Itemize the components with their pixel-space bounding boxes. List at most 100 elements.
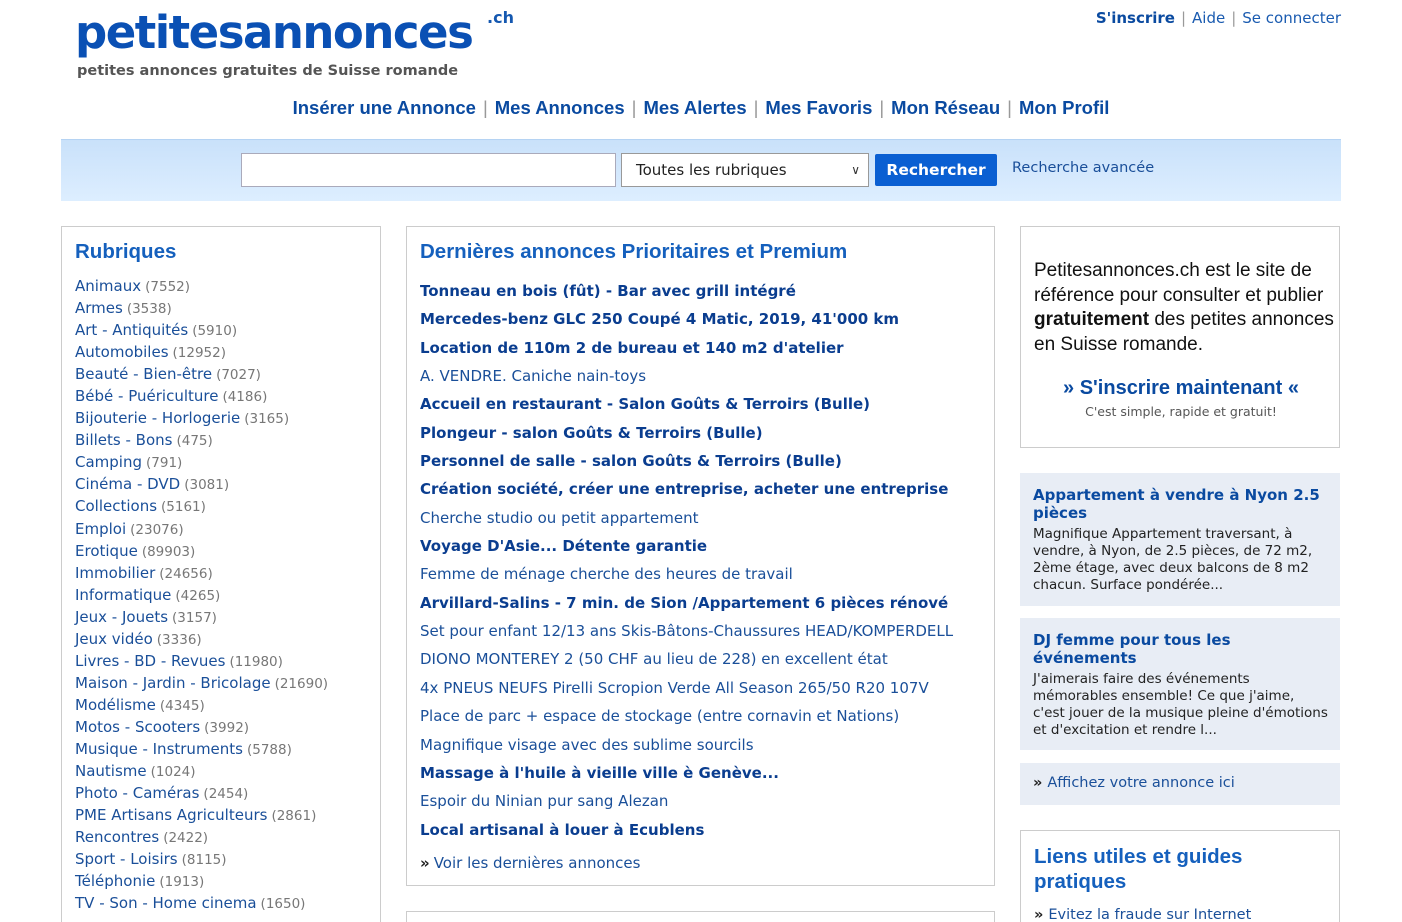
ad-list-item: Place de parc + espace de stockage (entr… [420,704,953,732]
rubrique-link[interactable]: Photo - Caméras [75,784,199,802]
featured-ad-title[interactable]: Appartement à vendre à Nyon 2.5 pièces [1033,486,1328,522]
rubrique-item: Informatique (4265) [75,584,328,606]
site-logo[interactable]: petitesannonces .ch [75,6,514,59]
featured-ad-title[interactable]: DJ femme pour tous les événements [1033,631,1328,667]
rubrique-item: Rencontres (2422) [75,826,328,848]
double-arrow-icon: » [1034,907,1044,922]
category-select[interactable]: Toutes les rubriques ∨ [621,153,869,187]
featured-ad-card[interactable]: Appartement à vendre à Nyon 2.5 pièces M… [1020,473,1340,606]
ad-list-item: 4x PNEUS NEUFS Pirelli Scropion Verde Al… [420,676,953,704]
rubrique-count: (23076) [130,521,184,538]
rubrique-item: Jeux - Jouets (3157) [75,606,328,628]
rubrique-item: TV - Son - Home cinema (1650) [75,892,328,914]
rubrique-count: (24656) [159,565,213,582]
rubrique-link[interactable]: Jeux - Jouets [75,608,168,626]
rubrique-link[interactable]: Immobilier [75,564,155,582]
ad-link[interactable]: Set pour enfant 12/13 ans Skis-Bâtons-Ch… [420,622,953,640]
nav-my-favorites[interactable]: Mes Favoris [765,97,872,118]
ad-link[interactable]: A. VENDRE. Caniche nain-toys [420,367,646,385]
rubrique-item: Jeux vidéo (3336) [75,628,328,650]
ad-link[interactable]: Plongeur - salon Goûts & Terroirs (Bulle… [420,424,763,442]
ad-list-item: A. VENDRE. Caniche nain-toys [420,364,953,392]
rubrique-link[interactable]: Nautisme [75,762,147,780]
nav-my-alerts[interactable]: Mes Alertes [643,97,746,118]
rubrique-link[interactable]: Beauté - Bien-être [75,365,212,383]
rubrique-link[interactable]: Rencontres [75,828,159,846]
ad-link[interactable]: Massage à l'huile à vieille ville è Genè… [420,764,779,782]
rubrique-item: Bijouterie - Horlogerie (3165) [75,407,328,429]
ad-link[interactable]: DIONO MONTEREY 2 (50 CHF au lieu de 228)… [420,650,888,668]
ad-list-item: Massage à l'huile à vieille ville è Genè… [420,761,953,789]
next-box [406,911,995,922]
rubrique-count: (4345) [159,697,205,714]
rubrique-link[interactable]: Collections [75,497,157,515]
logo-text: petitesannonces [75,6,474,59]
rubrique-count: (4265) [175,587,221,604]
advertise-link[interactable]: Affichez votre annonce ici [1047,775,1234,791]
rubrique-link[interactable]: Motos - Scooters [75,718,200,736]
ad-link[interactable]: Femme de ménage cherche des heures de tr… [420,565,793,583]
ad-list-item: Accueil en restaurant - Salon Goûts & Te… [420,392,953,420]
ad-link[interactable]: 4x PNEUS NEUFS Pirelli Scropion Verde Al… [420,679,929,697]
nav-my-profile[interactable]: Mon Profil [1019,97,1109,118]
rubrique-link[interactable]: TV - Son - Home cinema [75,894,257,912]
ad-link[interactable]: Mercedes-benz GLC 250 Coupé 4 Matic, 201… [420,310,899,328]
ad-link[interactable]: Accueil en restaurant - Salon Goûts & Te… [420,395,870,413]
ad-link[interactable]: Voyage D'Asie... Détente garantie [420,537,707,555]
ad-link[interactable]: Location de 110m 2 de bureau et 140 m2 d… [420,339,844,357]
rubrique-count: (2861) [271,808,317,825]
rubrique-link[interactable]: Billets - Bons [75,431,172,449]
rubrique-link[interactable]: Bébé - Puériculture [75,387,218,405]
rubrique-link[interactable]: Musique - Instruments [75,740,243,758]
see-latest-ads: » Voir les dernières annonces [420,854,640,872]
login-link[interactable]: Se connecter [1242,9,1341,27]
separator: | [1007,97,1012,118]
fraud-guide-link[interactable]: Evitez la fraude sur Internet [1048,907,1251,922]
nav-my-ads[interactable]: Mes Annonces [495,97,625,118]
rubrique-link[interactable]: Animaux [75,277,141,295]
nav-my-network[interactable]: Mon Réseau [891,97,1000,118]
ad-link[interactable]: Local artisanal à louer à Ecublens [420,821,704,839]
separator: | [482,97,488,118]
ad-link[interactable]: Tonneau en bois (fût) - Bar avec grill i… [420,282,796,300]
ad-link[interactable]: Arvillard-Salins - 7 min. de Sion /Appar… [420,594,948,612]
ad-list-item: Mercedes-benz GLC 250 Coupé 4 Matic, 201… [420,307,953,335]
rubrique-link[interactable]: Jeux vidéo [75,630,153,648]
rubrique-link[interactable]: Erotique [75,542,138,560]
ad-link[interactable]: Espoir du Ninian pur sang Alezan [420,792,668,810]
rubrique-link[interactable]: Cinéma - DVD [75,475,180,493]
ad-link[interactable]: Cherche studio ou petit appartement [420,509,698,527]
promo-text: Petitesannonces.ch est le site de référe… [1034,259,1334,357]
category-select-value: Toutes les rubriques [636,161,787,179]
rubrique-link[interactable]: Automobiles [75,343,169,361]
rubrique-item: Emploi (23076) [75,518,328,540]
rubrique-link[interactable]: Art - Antiquités [75,321,188,339]
rubrique-link[interactable]: Camping [75,453,142,471]
ad-link[interactable]: Personnel de salle - salon Goûts & Terro… [420,452,842,470]
rubrique-count: (7027) [216,367,261,384]
advanced-search-link[interactable]: Recherche avancée [1012,160,1154,176]
signup-link[interactable]: S'inscrire [1096,9,1175,27]
search-input[interactable] [241,153,616,187]
rubrique-link[interactable]: Sport - Loisirs [75,850,178,868]
rubrique-item: Armes (3538) [75,297,328,319]
rubrique-link[interactable]: Maison - Jardin - Bricolage [75,674,271,692]
ad-link[interactable]: Place de parc + espace de stockage (entr… [420,707,899,725]
rubrique-link[interactable]: Téléphonie [75,872,155,890]
rubrique-link[interactable]: Bijouterie - Horlogerie [75,409,240,427]
rubrique-link[interactable]: Modélisme [75,696,156,714]
help-link[interactable]: Aide [1192,9,1225,27]
rubrique-link[interactable]: Livres - BD - Revues [75,652,225,670]
see-latest-ads-link[interactable]: Voir les dernières annonces [434,854,641,872]
ad-link[interactable]: Création société, créer une entreprise, … [420,480,948,498]
featured-ad-card[interactable]: DJ femme pour tous les événements J'aime… [1020,618,1340,750]
nav-insert-ad[interactable]: Insérer une Annonce [293,97,476,118]
rubrique-link[interactable]: Emploi [75,520,126,538]
rubrique-link[interactable]: Informatique [75,586,171,604]
search-button[interactable]: Rechercher [875,154,997,186]
ad-link[interactable]: Magnifique visage avec des sublime sourc… [420,736,754,754]
rubrique-count: (3157) [172,609,217,626]
rubrique-link[interactable]: PME Artisans Agriculteurs [75,806,267,824]
signup-now-link[interactable]: » S'inscrire maintenant « [1021,377,1341,400]
rubrique-link[interactable]: Armes [75,299,123,317]
